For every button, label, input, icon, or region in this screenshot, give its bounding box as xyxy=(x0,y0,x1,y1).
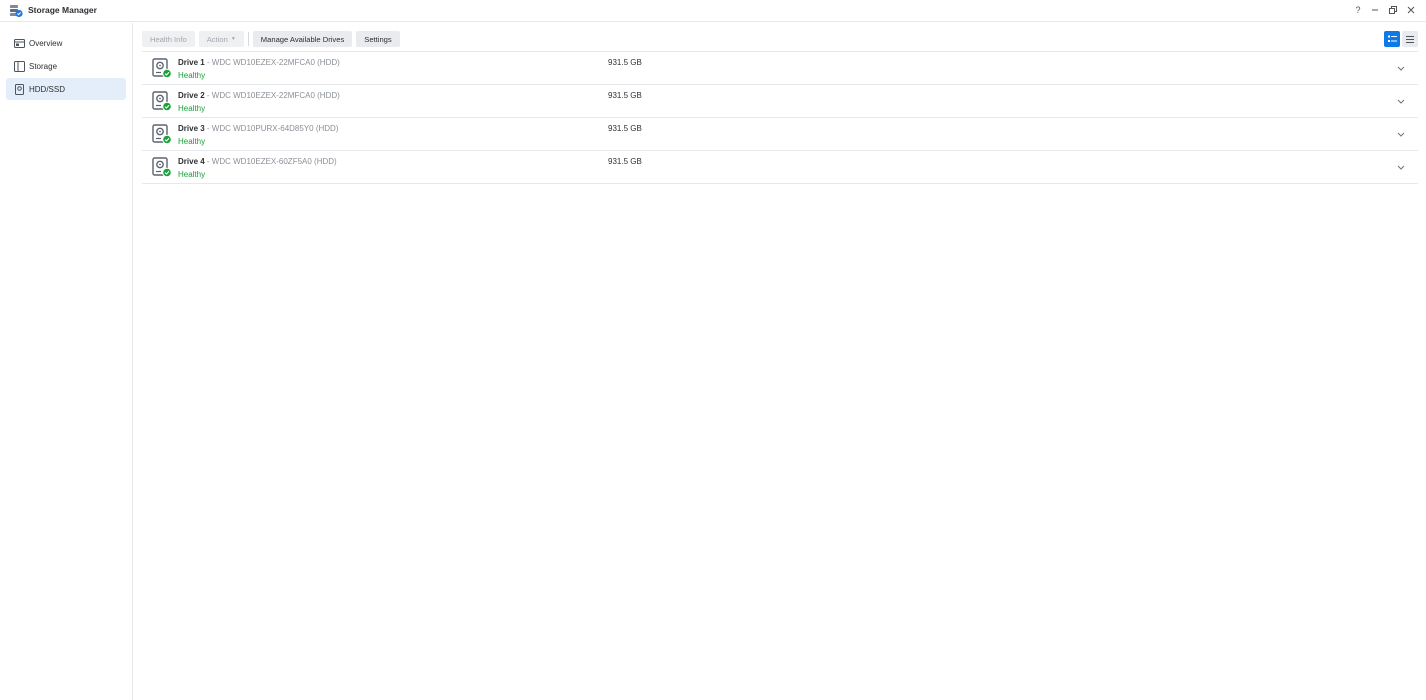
drive-name: Drive 4 xyxy=(178,157,205,166)
hdd-healthy-icon xyxy=(152,91,172,112)
hdd-healthy-icon xyxy=(152,58,172,79)
hdd-healthy-icon xyxy=(152,157,172,178)
health-info-button[interactable]: Health Info xyxy=(142,31,195,47)
drive-capacity: 931.5 GB xyxy=(608,91,642,100)
drive-capacity: 931.5 GB xyxy=(608,157,642,166)
chevron-down-icon[interactable] xyxy=(1396,97,1406,105)
drive-title: Drive 2 - WDC WD10EZEX-22MFCA0 (HDD) xyxy=(178,91,340,100)
caret-down-icon: ▼ xyxy=(230,36,236,42)
minimize-icon[interactable] xyxy=(1368,3,1382,17)
sidebar-item-label: Storage xyxy=(29,61,58,71)
restore-icon[interactable] xyxy=(1386,3,1400,17)
storage-manager-app-icon xyxy=(10,5,23,18)
drive-title: Drive 1 - WDC WD10EZEX-22MFCA0 (HDD) xyxy=(178,58,340,67)
drive-separator: - xyxy=(204,157,212,166)
sidebar-item-hdd-ssd[interactable]: HDD/SSD xyxy=(6,78,126,100)
drive-capacity: 931.5 GB xyxy=(608,124,642,133)
drive-status: Healthy xyxy=(178,71,206,80)
list-view-icon xyxy=(1406,35,1414,43)
drive-row[interactable]: Drive 4 - WDC WD10EZEX-60ZF5A0 (HDD) Hea… xyxy=(142,151,1418,184)
drive-title: Drive 3 - WDC WD10PURX-64D85Y0 (HDD) xyxy=(178,124,338,133)
settings-button[interactable]: Settings xyxy=(356,31,400,47)
sidebar: Overview Storage HDD/SSD xyxy=(0,23,133,700)
help-icon[interactable]: ? xyxy=(1351,3,1365,17)
drive-name: Drive 1 xyxy=(178,58,205,67)
card-view-icon xyxy=(1387,35,1397,42)
drive-row[interactable]: Drive 3 - WDC WD10PURX-64D85Y0 (HDD) Hea… xyxy=(142,118,1418,151)
drive-row[interactable]: Drive 2 - WDC WD10EZEX-22MFCA0 (HDD) Hea… xyxy=(142,85,1418,118)
sidebar-item-label: HDD/SSD xyxy=(29,84,66,94)
drive-status: Healthy xyxy=(178,104,206,113)
storage-icon xyxy=(14,60,25,72)
toolbar: Health Info Action ▼ Manage Available Dr… xyxy=(142,31,404,47)
card-view-toggle[interactable] xyxy=(1384,31,1400,47)
chevron-down-icon[interactable] xyxy=(1396,64,1406,72)
drive-separator: - xyxy=(204,58,212,67)
drive-separator: - xyxy=(204,124,212,133)
drive-model: WDC WD10EZEX-60ZF5A0 (HDD) xyxy=(211,157,337,166)
drive-status: Healthy xyxy=(178,170,206,179)
toolbar-divider xyxy=(247,32,249,46)
drive-model: WDC WD10EZEX-22MFCA0 (HDD) xyxy=(211,58,340,67)
drive-model: WDC WD10EZEX-22MFCA0 (HDD) xyxy=(211,91,340,100)
sidebar-item-overview[interactable]: Overview xyxy=(6,32,126,54)
chevron-down-icon[interactable] xyxy=(1396,130,1406,138)
app-title: Storage Manager xyxy=(28,5,97,15)
list-view-toggle[interactable] xyxy=(1402,31,1418,47)
hdd-healthy-icon xyxy=(152,124,172,145)
drive-status: Healthy xyxy=(178,137,206,146)
overview-icon xyxy=(14,38,25,48)
sidebar-item-label: Overview xyxy=(29,38,63,48)
action-button-label: Action xyxy=(206,34,228,44)
hdd-icon xyxy=(15,83,24,95)
drive-name: Drive 3 xyxy=(178,124,205,133)
drive-name: Drive 2 xyxy=(178,91,205,100)
close-icon[interactable] xyxy=(1404,3,1418,17)
title-bar: Storage Manager ? xyxy=(0,0,1426,22)
manage-available-drives-button[interactable]: Manage Available Drives xyxy=(252,31,353,47)
drive-separator: - xyxy=(204,91,212,100)
drive-model: WDC WD10PURX-64D85Y0 (HDD) xyxy=(211,124,339,133)
drive-row[interactable]: Drive 1 - WDC WD10EZEX-22MFCA0 (HDD) Hea… xyxy=(142,52,1418,85)
drive-capacity: 931.5 GB xyxy=(608,58,642,67)
drive-title: Drive 4 - WDC WD10EZEX-60ZF5A0 (HDD) xyxy=(178,157,337,166)
chevron-down-icon[interactable] xyxy=(1396,163,1406,171)
sidebar-item-storage[interactable]: Storage xyxy=(6,55,126,77)
action-button[interactable]: Action ▼ xyxy=(198,31,244,47)
